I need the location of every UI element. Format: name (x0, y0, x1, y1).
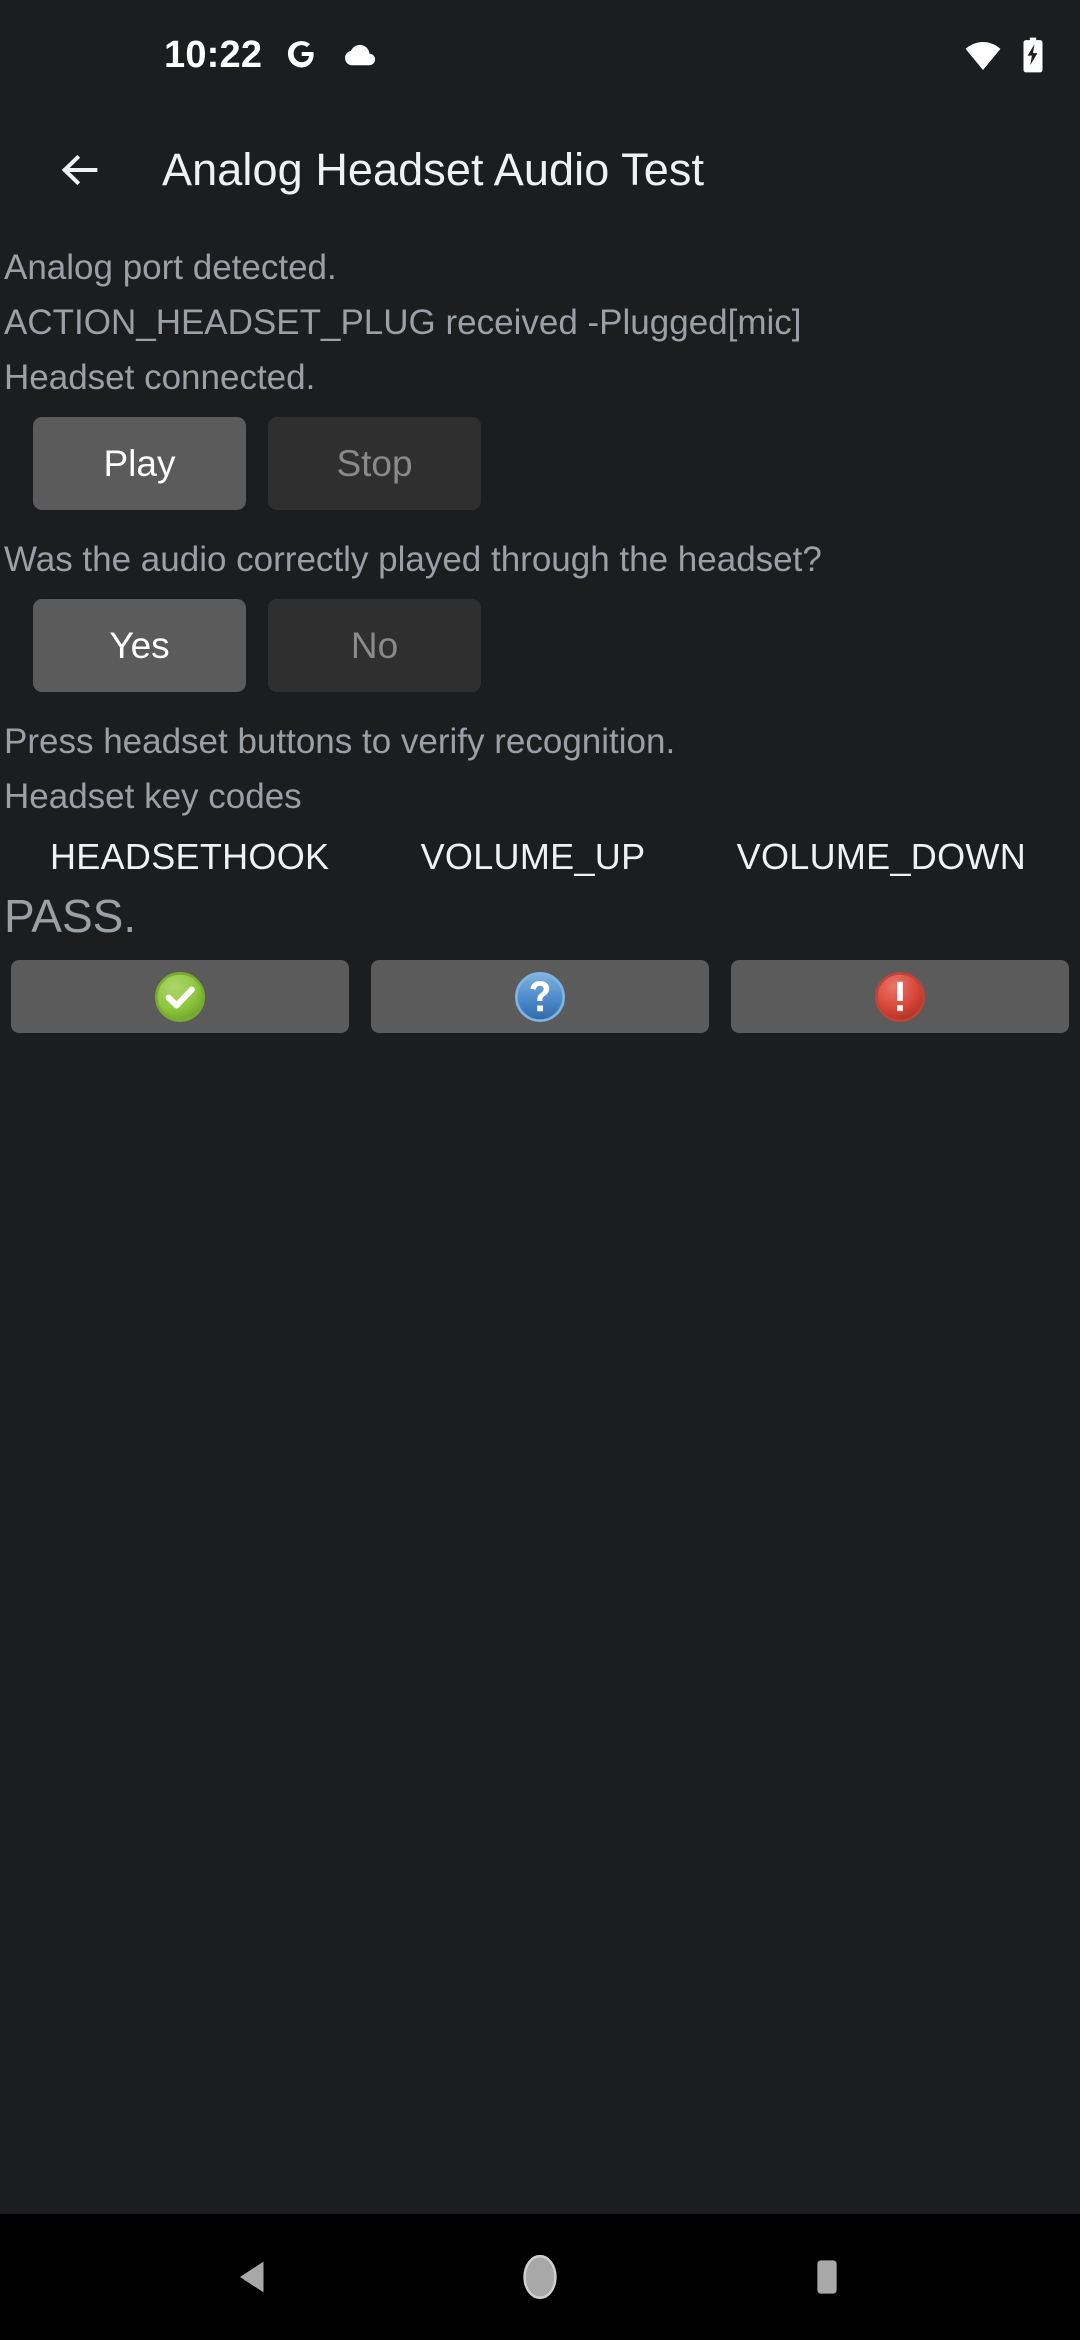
audio-question-label: Was the audio correctly played through t… (4, 540, 822, 579)
wifi-icon (965, 42, 1001, 71)
test-content: Analog port detected. ACTION_HEADSET_PLU… (0, 230, 1080, 2214)
page-title: Analog Headset Audio Test (162, 144, 705, 195)
pass-button[interactable] (11, 960, 349, 1033)
no-button: No (268, 599, 481, 692)
nav-home-button[interactable] (480, 2217, 600, 2337)
nav-recents-button[interactable] (767, 2217, 887, 2337)
system-navigation-bar (0, 2214, 1080, 2340)
check-circle-icon (155, 971, 205, 1022)
keycode-volume-down: VOLUME_DOWN (736, 836, 1026, 877)
home-icon (523, 2254, 557, 2300)
keycode-headsethook: HEADSETHOOK (50, 836, 330, 877)
keycode-row: HEADSETHOOK VOLUME_UP VOLUME_DOWN (0, 836, 1080, 878)
answer-button-row: Yes No (0, 599, 1080, 692)
stop-button: Stop (268, 417, 481, 510)
status-bar-left: 10:22 (164, 0, 378, 110)
playback-button-row: Play Stop (0, 417, 1080, 510)
question-circle-icon (515, 971, 565, 1022)
status-clock: 10:22 (164, 34, 263, 76)
status-line-action-headset-plug: ACTION_HEADSET_PLUG received -Plugged[mi… (4, 303, 802, 342)
status-bar-right (964, 0, 1048, 110)
back-navigation-button[interactable] (44, 134, 116, 206)
yes-button[interactable]: Yes (33, 599, 246, 692)
status-bar: 10:22 (0, 0, 1080, 110)
battery-charging-icon (1023, 37, 1043, 73)
exclamation-circle-icon (875, 971, 925, 1022)
nav-back-button[interactable] (193, 2217, 313, 2337)
arrow-back-icon (61, 154, 98, 186)
info-button[interactable] (371, 960, 709, 1033)
back-icon (240, 2261, 264, 2293)
verdict-label: PASS. (4, 890, 137, 942)
keycodes-header: Headset key codes (4, 777, 302, 816)
phone-screen: 10:22 Analog Headset Audio Test Analog p… (0, 0, 1080, 2340)
fail-button[interactable] (731, 960, 1069, 1033)
status-line-headset-connected: Headset connected. (4, 358, 316, 397)
cloud-icon (345, 44, 376, 66)
action-button-row (0, 960, 1080, 1033)
press-headset-hint: Press headset buttons to verify recognit… (4, 722, 676, 761)
app-bar: Analog Headset Audio Test (0, 110, 1080, 230)
status-line-analog-port: Analog port detected. (4, 248, 337, 287)
play-button[interactable]: Play (33, 417, 246, 510)
recents-icon (817, 2260, 837, 2294)
keycode-volume-up: VOLUME_UP (420, 836, 646, 877)
google-icon (288, 41, 314, 68)
